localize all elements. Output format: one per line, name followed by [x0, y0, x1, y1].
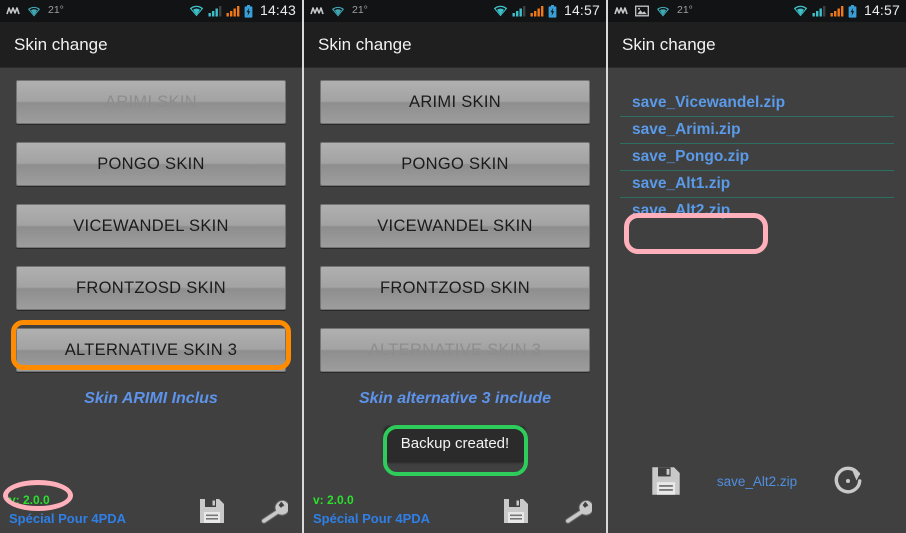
- phone-screen-1: 21° 14:43 Skin change ARIMI SKIN PONGO S…: [0, 0, 302, 533]
- status-bar-3: 21° 14:57: [608, 0, 906, 22]
- save-icon[interactable]: [502, 497, 530, 525]
- clock-label-2: 14:57: [563, 2, 600, 18]
- wifi-icon: [27, 6, 41, 17]
- skin-button-alternative-3[interactable]: ALTERNATIVE SKIN 3: [320, 328, 590, 372]
- battery-charging-icon: [548, 4, 557, 18]
- skin-button-arimi[interactable]: ARIMI SKIN: [320, 80, 590, 124]
- skin-button-label: PONGO SKIN: [97, 154, 205, 173]
- page-title: Skin change: [622, 34, 716, 54]
- skin-button-label: VICEWANDEL SKIN: [377, 216, 533, 235]
- footer-icons-1: [198, 497, 288, 525]
- phone-screen-3: 21° 14:57 Skin change save_Vicewandel.zi…: [608, 0, 906, 533]
- signal-teal-icon: [812, 5, 826, 17]
- signal-orange-icon: [226, 5, 240, 17]
- skin-subtitle-1: Skin ARIMI Inclus: [84, 390, 218, 407]
- status-bar-left-icons-2: 21°: [310, 4, 368, 17]
- toast-message: Backup created!: [384, 426, 526, 461]
- signal-orange-icon: [830, 5, 844, 17]
- page-title: Skin change: [14, 34, 108, 54]
- selected-file-label: save_Alt2.zip: [716, 473, 798, 489]
- skin-button-pongo[interactable]: PONGO SKIN: [320, 142, 590, 186]
- temperature-label-3: 21°: [677, 4, 693, 16]
- wifi-icon: [656, 6, 670, 17]
- skin-button-label: ALTERNATIVE SKIN 3: [368, 340, 542, 359]
- footer-1: v: 2.0.0 Spécial Pour 4PDA: [0, 471, 302, 533]
- status-bar-right-icons-1: 14:43: [189, 2, 296, 19]
- skin-button-alternative-3[interactable]: ALTERNATIVE SKIN 3: [16, 328, 286, 372]
- panel-content-3: save_Vicewandel.zip save_Arimi.zip save_…: [608, 68, 906, 533]
- status-bar-left-icons-3: 21°: [614, 4, 693, 17]
- skin-subtitle-2: Skin alternative 3 include: [358, 390, 552, 407]
- skin-button-list-1: ARIMI SKIN PONGO SKIN VICEWANDEL SKIN FR…: [0, 68, 302, 372]
- wifi-icon: [331, 6, 345, 17]
- list-item[interactable]: save_Alt1.zip: [620, 171, 894, 198]
- special-label-2: Spécial Pour 4PDA: [313, 511, 431, 526]
- backup-file-list: save_Vicewandel.zip save_Arimi.zip save_…: [608, 68, 906, 224]
- mm-icon: [310, 5, 324, 17]
- temperature-label-2: 21°: [352, 4, 368, 16]
- skin-button-label: FRONTZOSD SKIN: [380, 278, 530, 297]
- skin-button-pongo[interactable]: PONGO SKIN: [16, 142, 286, 186]
- title-bar-3: Skin change: [608, 22, 906, 68]
- panel-content-1: ARIMI SKIN PONGO SKIN VICEWANDEL SKIN FR…: [0, 68, 302, 533]
- wifi-icon: [793, 5, 808, 17]
- wrench-icon[interactable]: [562, 497, 592, 525]
- skin-button-label: ALTERNATIVE SKIN 3: [64, 340, 238, 359]
- clock-label-3: 14:57: [863, 2, 900, 18]
- status-bar-1: 21° 14:43: [0, 0, 302, 22]
- skin-button-vicewandel[interactable]: VICEWANDEL SKIN: [16, 204, 286, 248]
- status-bar-left-icons-1: 21°: [6, 4, 64, 17]
- signal-teal-icon: [208, 5, 222, 17]
- bottom-action-bar-3: save_Alt2.zip: [608, 465, 906, 497]
- signal-orange-icon: [530, 5, 544, 17]
- clock-label-1: 14:43: [259, 2, 296, 18]
- skin-button-frontzosd[interactable]: FRONTZOSD SKIN: [16, 266, 286, 310]
- title-bar-2: Skin change: [304, 22, 606, 68]
- skin-button-label: ARIMI SKIN: [105, 92, 197, 111]
- wifi-icon: [189, 5, 204, 17]
- skin-button-label: PONGO SKIN: [401, 154, 509, 173]
- status-bar-right-icons-3: 14:57: [793, 2, 900, 19]
- skin-button-vicewandel[interactable]: VICEWANDEL SKIN: [320, 204, 590, 248]
- version-label-1: v: 2.0.0: [9, 493, 50, 507]
- restore-icon[interactable]: [832, 465, 864, 497]
- list-item[interactable]: save_Vicewandel.zip: [620, 90, 894, 117]
- list-item[interactable]: save_Pongo.zip: [620, 144, 894, 171]
- wifi-icon: [493, 5, 508, 17]
- battery-charging-icon: [244, 4, 253, 18]
- mm-icon: [6, 5, 20, 17]
- temperature-label-1: 21°: [48, 4, 64, 16]
- mm-icon: [614, 5, 628, 17]
- footer-2: v: 2.0.0 Spécial Pour 4PDA: [304, 471, 606, 533]
- image-icon: [635, 5, 649, 17]
- status-bar-right-icons-2: 14:57: [493, 2, 600, 19]
- wrench-icon[interactable]: [258, 497, 288, 525]
- title-bar-1: Skin change: [0, 22, 302, 68]
- skin-button-arimi[interactable]: ARIMI SKIN: [16, 80, 286, 124]
- skin-button-list-2: ARIMI SKIN PONGO SKIN VICEWANDEL SKIN FR…: [304, 68, 606, 372]
- list-item[interactable]: save_Arimi.zip: [620, 117, 894, 144]
- skin-button-label: ARIMI SKIN: [409, 92, 501, 111]
- version-label-2: v: 2.0.0: [313, 493, 354, 507]
- battery-charging-icon: [848, 4, 857, 18]
- skin-button-label: FRONTZOSD SKIN: [76, 278, 226, 297]
- special-label-1: Spécial Pour 4PDA: [9, 511, 127, 526]
- skin-button-frontzosd[interactable]: FRONTZOSD SKIN: [320, 266, 590, 310]
- phone-screen-2: 21° 14:57 Skin change ARIMI SKIN PONGO S…: [304, 0, 606, 533]
- screenshot-comparison-strip: 21° 14:43 Skin change ARIMI SKIN PONGO S…: [0, 0, 906, 533]
- signal-teal-icon: [512, 5, 526, 17]
- page-title: Skin change: [318, 34, 412, 54]
- save-icon[interactable]: [650, 465, 682, 497]
- panel-content-2: ARIMI SKIN PONGO SKIN VICEWANDEL SKIN FR…: [304, 68, 606, 533]
- footer-icons-2: [502, 497, 592, 525]
- status-bar-2: 21° 14:57: [304, 0, 606, 22]
- save-icon[interactable]: [198, 497, 226, 525]
- skin-button-label: VICEWANDEL SKIN: [73, 216, 229, 235]
- list-item[interactable]: save_Alt2.zip: [620, 198, 894, 224]
